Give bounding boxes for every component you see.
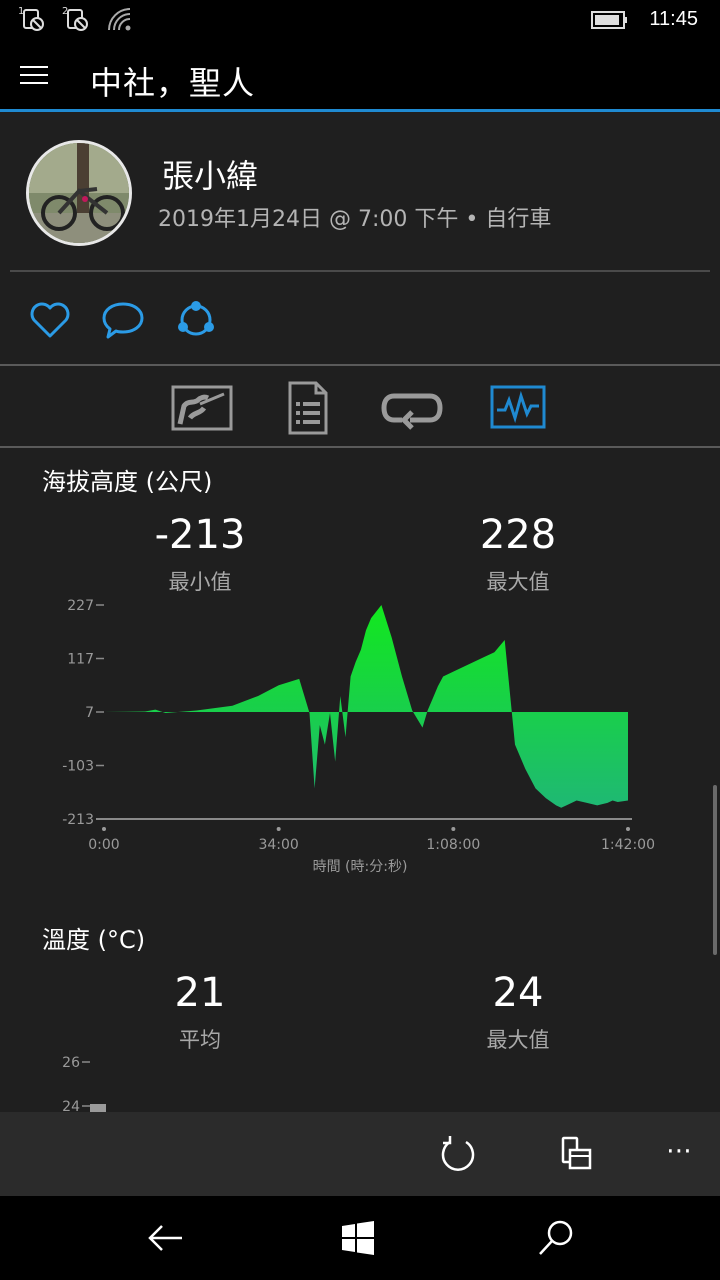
divider bbox=[10, 270, 710, 272]
elevation-area-series bbox=[104, 605, 628, 808]
tab-map-icon[interactable] bbox=[170, 380, 234, 436]
export-device-icon[interactable] bbox=[554, 1132, 598, 1176]
y-tick-label: -213 bbox=[62, 812, 94, 828]
elevation-max-value: 228 bbox=[479, 512, 557, 558]
title-bar: 中社，聖人 bbox=[0, 40, 720, 112]
sim2-number: 2 bbox=[62, 6, 69, 17]
battery-icon bbox=[591, 10, 628, 29]
back-arrow-icon[interactable] bbox=[142, 1216, 186, 1260]
temp-bar bbox=[90, 1104, 106, 1112]
y-tick-label: 7 bbox=[85, 705, 94, 721]
tab-charts-icon[interactable] bbox=[486, 380, 550, 436]
temp-y-tick-label: 26 bbox=[62, 1055, 80, 1071]
elevation-chart: 227 117 7 -103 -213 0:00 34:00 1:08:00 1:42:00 時間… bbox=[62, 598, 655, 875]
windows-start-icon[interactable] bbox=[336, 1216, 380, 1260]
x-axis-label: 時間 (時:分:秒) bbox=[313, 859, 408, 875]
temperature-max-value: 24 bbox=[492, 970, 544, 1016]
sim1-no-signal-icon: 1 bbox=[18, 6, 48, 32]
more-options-icon[interactable]: ⋯ bbox=[666, 1136, 694, 1166]
elevation-title: 海拔高度 (公尺) bbox=[42, 468, 213, 496]
x-tick-label: 0:00 bbox=[88, 837, 119, 853]
tab-details-icon[interactable] bbox=[276, 380, 340, 436]
wifi-icon bbox=[108, 8, 131, 31]
refresh-icon[interactable] bbox=[436, 1132, 480, 1176]
y-tick-label: -103 bbox=[62, 759, 94, 775]
temperature-chart: 26 24 bbox=[62, 1055, 106, 1112]
x-tick-mark bbox=[451, 827, 456, 831]
activity-header: 張小緯 2019年1月24日 @ 7:00 下午 • 自行車 bbox=[0, 115, 720, 273]
clock: 11:45 bbox=[649, 8, 698, 30]
social-actions bbox=[0, 280, 720, 364]
x-tick-mark bbox=[626, 827, 630, 831]
sim2-no-signal-icon: 2 bbox=[62, 6, 92, 32]
activity-meta: 2019年1月24日 @ 7:00 下午 • 自行車 bbox=[158, 207, 552, 232]
comment-bubble-icon[interactable] bbox=[100, 298, 144, 342]
avatar[interactable] bbox=[26, 140, 132, 246]
user-name[interactable]: 張小緯 bbox=[162, 151, 258, 197]
temperature-title: 溫度 (°C) bbox=[42, 926, 146, 954]
page-title: 中社，聖人 bbox=[90, 64, 256, 102]
share-icon[interactable] bbox=[174, 298, 218, 342]
x-tick-label: 34:00 bbox=[258, 837, 298, 853]
temperature-avg-value: 21 bbox=[174, 970, 226, 1016]
tab-laps-loop-icon[interactable] bbox=[380, 380, 444, 436]
activity-tabs bbox=[0, 364, 720, 448]
scrollbar[interactable] bbox=[713, 785, 717, 955]
sim1-number: 1 bbox=[18, 6, 25, 17]
y-tick-label: 227 bbox=[67, 598, 94, 614]
like-heart-icon[interactable] bbox=[28, 298, 72, 342]
temp-y-tick-label: 24 bbox=[62, 1099, 80, 1112]
system-nav-bar bbox=[0, 1196, 720, 1280]
status-bar: 1 2 11:45 bbox=[0, 0, 720, 40]
elevation-min-value: -213 bbox=[154, 512, 246, 558]
x-tick-label: 1:08:00 bbox=[426, 837, 480, 853]
y-tick-label: 117 bbox=[67, 652, 94, 668]
hamburger-menu-icon[interactable] bbox=[20, 66, 50, 86]
search-icon[interactable] bbox=[534, 1216, 578, 1260]
x-tick-mark bbox=[102, 827, 106, 831]
x-tick-mark bbox=[276, 827, 281, 831]
x-tick-label: 1:42:00 bbox=[601, 837, 655, 853]
app-bar: ⋯ bbox=[0, 1112, 720, 1196]
